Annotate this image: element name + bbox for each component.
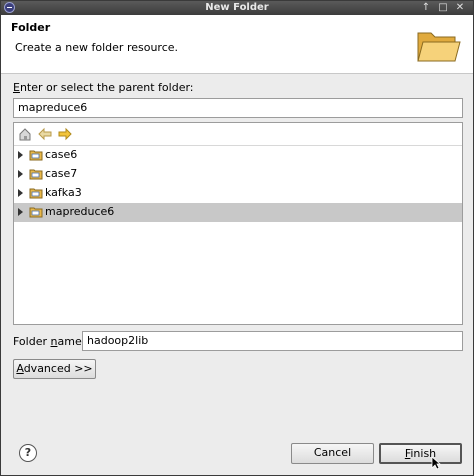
new-folder-dialog: New Folder ↑ □ ✕ Folder Create a new fol… [0, 0, 474, 476]
project-folder-icon [29, 188, 43, 199]
close-icon[interactable]: ✕ [453, 1, 467, 15]
folder-tree[interactable]: case6 case7 kafka3 mapreduce6 [13, 122, 463, 325]
folder-name-input[interactable]: hadoop2lib [82, 331, 463, 351]
mouse-cursor-icon [431, 456, 441, 470]
tree-row-mapreduce6[interactable]: mapreduce6 [14, 203, 462, 222]
banner-title: Folder [11, 21, 51, 34]
restore-icon[interactable]: □ [436, 1, 450, 15]
advanced-button[interactable]: Advanced >> [13, 359, 96, 379]
back-arrow-icon[interactable] [38, 127, 52, 141]
parent-folder-label: Enter or select the parent folder: [13, 81, 194, 94]
home-icon[interactable] [18, 127, 32, 141]
expand-arrow-icon[interactable] [18, 189, 23, 197]
parent-folder-input[interactable]: mapreduce6 [13, 98, 463, 118]
help-icon[interactable]: ? [19, 444, 37, 462]
tree-row-label: case7 [45, 167, 78, 180]
project-folder-icon [29, 150, 43, 161]
finish-button[interactable]: Finish [379, 443, 462, 464]
expand-arrow-icon[interactable] [18, 208, 23, 216]
tree-row-case7[interactable]: case7 [14, 165, 462, 184]
move-up-icon[interactable]: ↑ [419, 1, 433, 15]
tree-row-case6[interactable]: case6 [14, 146, 462, 165]
forward-arrow-icon[interactable] [58, 127, 72, 141]
title-bar[interactable]: New Folder ↑ □ ✕ [1, 1, 473, 15]
tree-row-label: mapreduce6 [45, 205, 115, 218]
folder-name-label: Folder name: [13, 335, 86, 348]
expand-arrow-icon[interactable] [18, 170, 23, 178]
window-title: New Folder [205, 2, 269, 13]
project-folder-icon [29, 207, 43, 218]
tree-row-label: kafka3 [45, 186, 82, 199]
tree-row-label: case6 [45, 148, 78, 161]
banner-description: Create a new folder resource. [15, 41, 179, 54]
tree-toolbar [14, 123, 462, 146]
dialog-banner: Folder Create a new folder resource. [1, 15, 473, 74]
project-folder-icon [29, 169, 43, 180]
tree-row-kafka3[interactable]: kafka3 [14, 184, 462, 203]
expand-arrow-icon[interactable] [18, 151, 23, 159]
cancel-button[interactable]: Cancel [291, 443, 374, 464]
large-folder-icon [417, 32, 461, 62]
